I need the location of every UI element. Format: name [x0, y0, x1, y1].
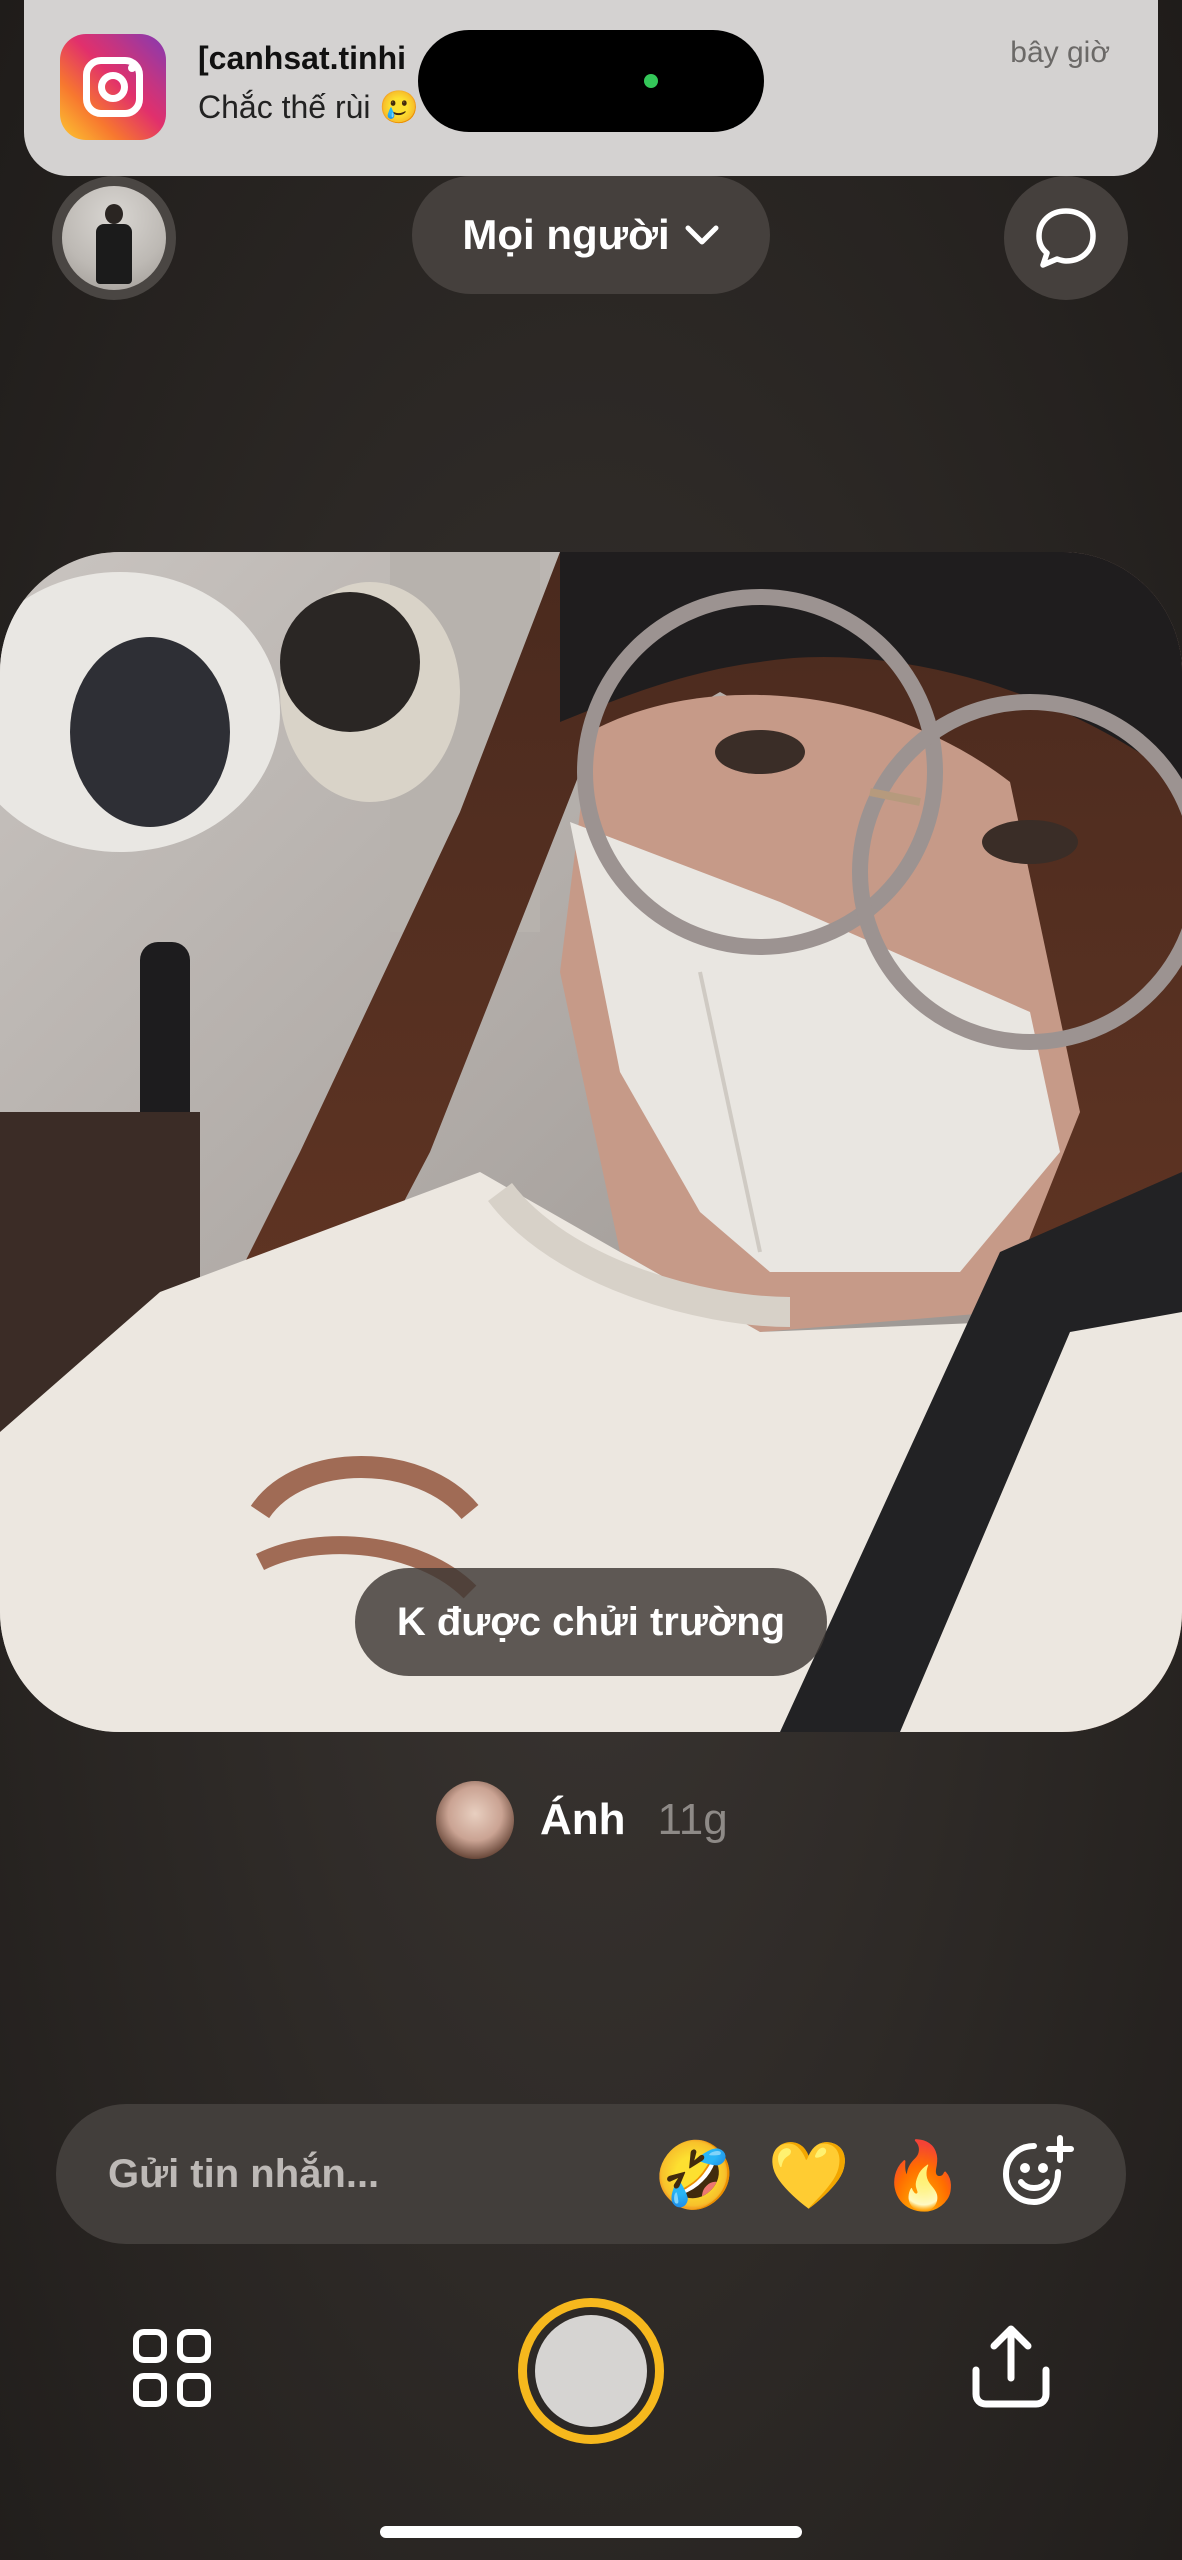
post-photo[interactable]: [0, 552, 1182, 1732]
shutter-inner: [535, 2315, 647, 2427]
profile-avatar-button[interactable]: [52, 176, 176, 300]
audience-label: Mọi người: [462, 211, 670, 258]
shutter-button[interactable]: [518, 2298, 664, 2444]
instagram-icon: [60, 34, 166, 140]
message-input[interactable]: Gửi tin nhắn...: [108, 2152, 379, 2197]
camera-in-use-indicator: [644, 74, 658, 88]
message-bar[interactable]: Gửi tin nhắn... 🤣 💛 🔥: [56, 2104, 1126, 2244]
reaction-laughing-emoji[interactable]: 🤣: [652, 2132, 738, 2218]
chat-bubble-icon: [1036, 208, 1096, 268]
post-caption: K được chửi trường: [355, 1568, 827, 1676]
avatar: [62, 186, 166, 290]
post-time: 11g: [657, 1795, 728, 1844]
author-name[interactable]: Ánh: [540, 1795, 626, 1845]
post-author-row[interactable]: Ánh 11g: [436, 1780, 728, 1860]
dynamic-island: [418, 30, 764, 132]
grid-icon[interactable]: [130, 2326, 214, 2410]
chat-button[interactable]: [1004, 176, 1128, 300]
selfie-image: [0, 552, 1182, 1732]
home-indicator[interactable]: [380, 2526, 802, 2538]
audience-selector-button[interactable]: Mọi người: [412, 176, 770, 294]
author-avatar[interactable]: [436, 1781, 514, 1859]
notification-time: bây giờ: [1010, 36, 1110, 69]
reaction-fire-emoji[interactable]: 🔥: [880, 2132, 966, 2218]
share-icon[interactable]: [966, 2322, 1056, 2412]
chevron-down-icon: [685, 225, 719, 245]
reaction-yellow-heart-emoji[interactable]: 💛: [766, 2132, 852, 2218]
emoji-add-icon[interactable]: [996, 2132, 1080, 2216]
notification-message: Chắc thế rùi 🥲: [198, 89, 420, 125]
